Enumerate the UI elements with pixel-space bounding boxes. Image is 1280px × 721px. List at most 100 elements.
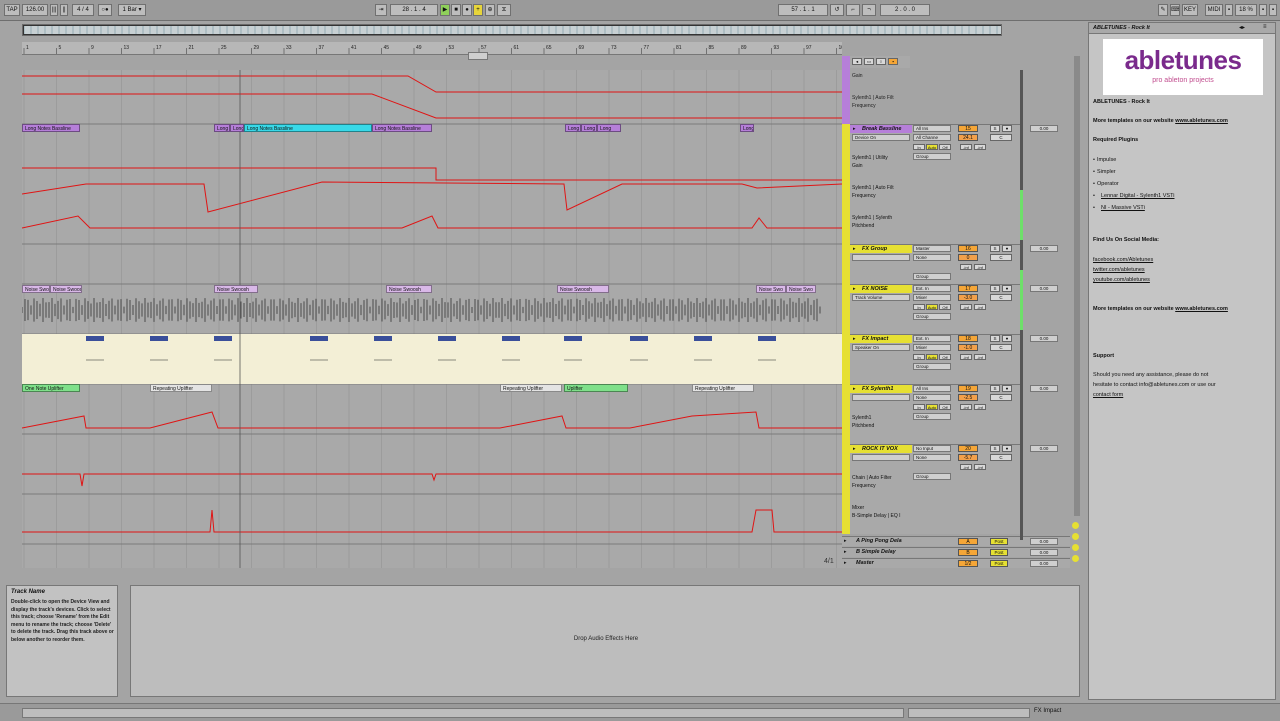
post-button[interactable]: Post: [990, 538, 1008, 545]
track-activator[interactable]: 20: [958, 445, 978, 452]
track-volume-readout[interactable]: 0.00: [1030, 335, 1058, 342]
track-volume-readout[interactable]: 0.00: [1030, 385, 1058, 392]
midi-map-button[interactable]: MIDI: [1205, 4, 1223, 16]
fold-return-icon[interactable]: ▸: [844, 538, 847, 544]
fold-track-icon[interactable]: ▸: [853, 246, 856, 252]
draw-mode-icon[interactable]: ✎: [1158, 4, 1168, 16]
monitor-off-button[interactable]: Off: [939, 354, 951, 360]
monitor-select[interactable]: [852, 394, 910, 401]
monitor-off-button[interactable]: Off: [939, 304, 951, 310]
return-volume-readout[interactable]: 0.00: [1030, 549, 1058, 556]
post-button[interactable]: Post: [990, 549, 1008, 556]
monitor-auto-button[interactable]: Auto: [926, 404, 938, 410]
social-link[interactable]: facebook.com/Abletunes: [1093, 257, 1153, 263]
track-volume-readout[interactable]: 0.00: [1030, 445, 1058, 452]
monitor-in-button[interactable]: In: [913, 144, 925, 150]
send-b-field[interactable]: -inf: [974, 144, 986, 150]
quantize-menu[interactable]: 1 Bar ▾: [118, 4, 146, 16]
fold-track-icon[interactable]: ▸: [853, 286, 856, 292]
punch-out-icon[interactable]: ¬: [862, 4, 876, 16]
fold-track-icon[interactable]: ▸: [853, 126, 856, 132]
pan-field[interactable]: C: [990, 344, 1012, 351]
track-name[interactable]: FX Group: [850, 245, 912, 253]
fold-track-icon[interactable]: ▸: [853, 336, 856, 342]
arm-button[interactable]: ●: [1002, 335, 1012, 342]
vertical-scrollbar[interactable]: [1074, 56, 1080, 516]
beat-time-ruler[interactable]: 1 5 9 13 17 21 25 29 33 37 41 45 49 53 57 61 65 69 73 77 81 8…: [22, 42, 847, 55]
tap-button[interactable]: TAP: [4, 4, 20, 16]
clip-long-6[interactable]: Long: [740, 124, 754, 132]
output-select[interactable]: Group: [913, 153, 951, 160]
return-track[interactable]: ▸ Master 1/2 Post 0.00: [842, 558, 1070, 568]
track-activator[interactable]: 16: [958, 245, 978, 252]
clip-noise-swo-1[interactable]: Noise Swo: [22, 285, 50, 293]
volume-field[interactable]: -1.0: [958, 344, 978, 351]
return-activator[interactable]: A: [958, 538, 978, 545]
fold-return-icon[interactable]: ▸: [844, 560, 847, 566]
fold-track-icon[interactable]: ▸: [853, 386, 856, 392]
key-map-button[interactable]: KEY: [1182, 4, 1198, 16]
solo-button[interactable]: S: [990, 335, 1000, 342]
track-activator[interactable]: 17: [958, 285, 978, 292]
help-nav-icon[interactable]: ◂▸: [1239, 24, 1245, 31]
stop-icon[interactable]: ■: [451, 4, 461, 16]
output-select[interactable]: Group: [913, 413, 951, 420]
clip-long-notes-bassline-selected[interactable]: Long Notes Bassline: [244, 124, 372, 132]
return-volume-readout[interactable]: 0.00: [1030, 560, 1058, 567]
input-type-select[interactable]: All Ins: [913, 125, 951, 132]
monitor-auto-button[interactable]: Auto: [926, 304, 938, 310]
monitor-select[interactable]: [852, 254, 910, 261]
arm-button[interactable]: ●: [1002, 125, 1012, 132]
return-track[interactable]: ▸ B Simple Delay B Post 0.00: [842, 547, 1070, 557]
device-scrollbar[interactable]: [908, 708, 1030, 718]
send-a-field[interactable]: -inf: [960, 404, 972, 410]
pan-field[interactable]: C: [990, 454, 1012, 461]
track-name[interactable]: Break Bassline: [850, 125, 912, 133]
send-b-field[interactable]: -inf: [974, 304, 986, 310]
clip-noise-swoosh-3[interactable]: Noise Swoosh: [386, 285, 432, 293]
plugin-link[interactable]: Lennar Digital - Sylenth1 VSTi: [1101, 193, 1174, 199]
clip-noise-swo-2[interactable]: Noise Swo: [756, 285, 786, 293]
monitor-select[interactable]: Speaker On: [852, 344, 910, 351]
fold-icon[interactable]: ◂: [852, 58, 862, 65]
output-select[interactable]: Group: [913, 313, 951, 320]
sends-toggle-icon[interactable]: ○: [876, 58, 886, 65]
track-volume-readout[interactable]: 0.00: [1030, 125, 1058, 132]
arm-button[interactable]: ●: [1002, 285, 1012, 292]
send-b-field[interactable]: -inf: [974, 264, 986, 270]
clip-repeating-uplifter-3[interactable]: Repeating Uplifter: [692, 384, 754, 392]
solo-button[interactable]: S: [990, 125, 1000, 132]
return-track[interactable]: ▸ A Ping Pong Dela A Post 0.00: [842, 536, 1070, 546]
overview-visible-region[interactable]: [23, 25, 1001, 35]
output-select[interactable]: Group: [913, 473, 951, 480]
track-volume-readout[interactable]: 0.00: [1030, 245, 1058, 252]
return-activator[interactable]: B: [958, 549, 978, 556]
volume-field[interactable]: 24.1: [958, 134, 978, 141]
send-a-field[interactable]: -inf: [960, 264, 972, 270]
output-select[interactable]: Group: [913, 273, 951, 280]
fold-return-icon[interactable]: ▸: [844, 549, 847, 555]
clip-repeating-uplifter-1[interactable]: Repeating Uplifter: [150, 384, 212, 392]
fold-track-icon[interactable]: ▸: [853, 446, 856, 452]
clip-long-notes-bassline-3[interactable]: Long Notes Bassline: [372, 124, 432, 132]
clip-one-note-uplifter[interactable]: One Note Uplifter: [22, 384, 80, 392]
session-record-icon[interactable]: ⧖: [497, 4, 511, 16]
send-b-field[interactable]: -inf: [974, 404, 986, 410]
track-name[interactable]: FX NOISE: [850, 285, 912, 293]
solo-button[interactable]: S: [990, 445, 1000, 452]
send-a-field[interactable]: -inf: [960, 144, 972, 150]
input-type-select[interactable]: All Ins: [913, 385, 951, 392]
monitor-auto-button[interactable]: Auto: [926, 354, 938, 360]
clip-noise-swoosh-1[interactable]: Noise Swoosh: [50, 285, 82, 293]
monitor-off-button[interactable]: Off: [939, 404, 951, 410]
monitor-select[interactable]: Device On: [852, 134, 910, 141]
loop-length-field[interactable]: 2 . 0 . 0: [880, 4, 930, 16]
track-activator[interactable]: 18: [958, 335, 978, 342]
track-header[interactable]: Break Bassline ▸ All Ins All Channe Device O…: [850, 124, 1058, 244]
monitor-in-button[interactable]: In: [913, 354, 925, 360]
input-type-select[interactable]: Master: [913, 245, 951, 252]
input-type-select[interactable]: Ext. In: [913, 335, 951, 342]
monitor-off-button[interactable]: Off: [939, 144, 951, 150]
solo-button[interactable]: S: [990, 245, 1000, 252]
pan-field[interactable]: C: [990, 134, 1012, 141]
